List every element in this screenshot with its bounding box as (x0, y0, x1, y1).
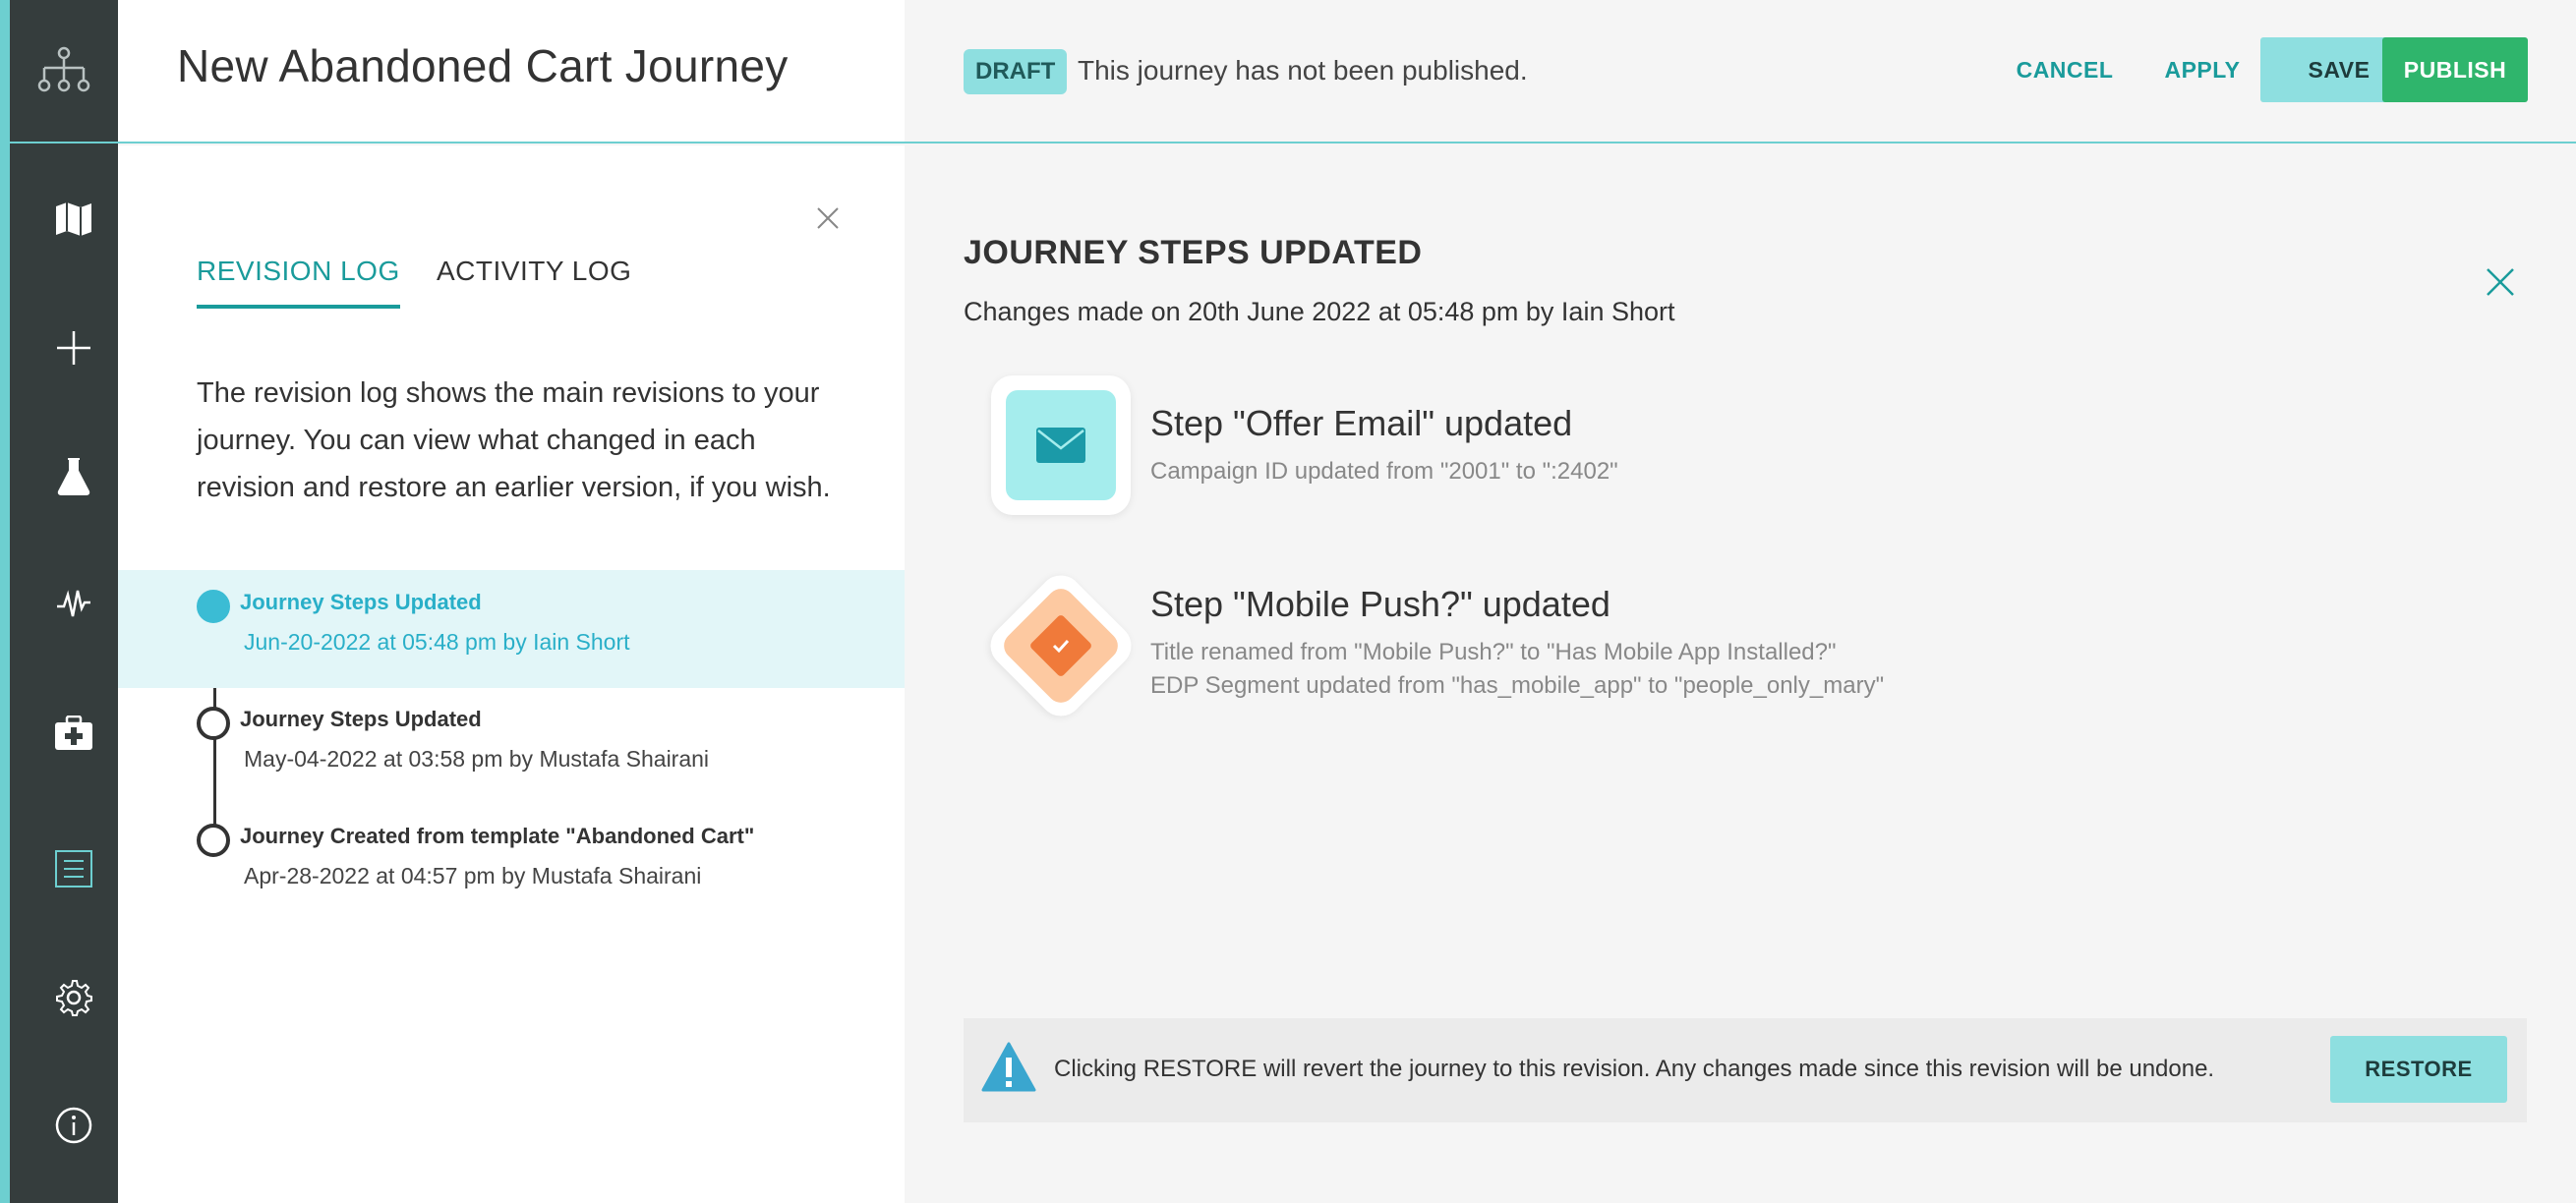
sidebar-item-experiments[interactable] (20, 447, 128, 506)
sidebar (0, 0, 118, 1203)
revision-dot (197, 590, 230, 623)
restore-bar: Clicking RESTORE will revert the journey… (964, 1018, 2527, 1122)
revision-title: Journey Steps Updated (240, 707, 482, 731)
close-icon[interactable] (816, 206, 840, 230)
flask-icon (57, 458, 90, 495)
sidebar-item-health[interactable] (20, 704, 128, 763)
publish-button[interactable]: PUBLISH (2382, 37, 2528, 102)
sidebar-item-revision-log[interactable] (20, 839, 128, 898)
close-detail-icon[interactable] (2476, 258, 2525, 307)
detail-title: JOURNEY STEPS UPDATED (964, 234, 1423, 271)
status-text: This journey has not been published. (1078, 55, 1528, 86)
revision-dot (197, 707, 230, 740)
plus-icon (57, 331, 90, 365)
email-icon (1036, 428, 1085, 463)
sidebar-item-add[interactable] (20, 318, 128, 377)
tab-revision-log[interactable]: REVISION LOG (197, 256, 400, 309)
sidebar-item-map[interactable] (20, 190, 128, 249)
sidebar-item-info[interactable] (20, 1096, 128, 1155)
header-left: New Abandoned Cart Journey (118, 0, 905, 143)
revision-meta: Jun-20-2022 at 05:48 pm by Iain Short (244, 629, 630, 655)
header-right: DRAFT This journey has not been publishe… (905, 0, 2576, 143)
decision-step-icon (981, 566, 1141, 725)
step-detail: Campaign ID updated from "2001" to ":240… (1150, 458, 1618, 485)
revision-title: Journey Steps Updated (240, 590, 482, 614)
step-detail: Title renamed from "Mobile Push?" to "Ha… (1150, 639, 1837, 665)
revision-item[interactable]: Journey Steps Updated Jun-20-2022 at 05:… (118, 570, 905, 688)
journey-title: New Abandoned Cart Journey (177, 40, 789, 91)
gear-icon (56, 980, 92, 1016)
revision-item[interactable]: Journey Created from template "Abandoned… (118, 804, 905, 922)
map-icon (56, 202, 91, 236)
step-title: Step "Mobile Push?" updated (1150, 584, 1610, 624)
org-tree-icon[interactable] (36, 46, 91, 95)
sidebar-item-settings[interactable] (20, 968, 128, 1027)
revision-meta: Apr-28-2022 at 04:57 pm by Mustafa Shair… (244, 863, 702, 888)
detail-subtitle: Changes made on 20th June 2022 at 05:48 … (964, 297, 1675, 326)
sidebar-item-activity[interactable] (20, 574, 128, 633)
revision-title: Journey Created from template "Abandoned… (240, 824, 755, 848)
sidebar-top (10, 0, 118, 143)
revision-meta: May-04-2022 at 03:58 pm by Mustafa Shair… (244, 746, 710, 772)
medkit-icon (55, 716, 92, 750)
apply-button[interactable]: APPLY (2134, 37, 2271, 102)
pulse-icon (57, 590, 90, 617)
revision-panel: REVISION LOG ACTIVITY LOG The revision l… (118, 145, 905, 1203)
tab-activity-log[interactable]: ACTIVITY LOG (437, 256, 631, 305)
decision-diamond-icon (1052, 639, 1070, 654)
info-icon (55, 1107, 92, 1144)
list-icon (55, 850, 92, 888)
email-step-icon (991, 375, 1131, 515)
revision-intro: The revision log shows the main revision… (197, 377, 831, 503)
status-badge: DRAFT (964, 49, 1068, 94)
restore-button[interactable]: RESTORE (2330, 1036, 2507, 1103)
warning-icon (981, 1042, 1036, 1092)
revision-item[interactable]: Journey Steps Updated May-04-2022 at 03:… (118, 687, 905, 805)
email-step-icon-bg (1006, 390, 1116, 500)
step-detail: EDP Segment updated from "has_mobile_app… (1150, 672, 1885, 699)
cancel-button[interactable]: CANCEL (1986, 37, 2143, 102)
revision-dot (197, 824, 230, 857)
step-title: Step "Offer Email" updated (1150, 403, 1573, 443)
restore-message: Clicking RESTORE will revert the journey… (1054, 1056, 2215, 1082)
